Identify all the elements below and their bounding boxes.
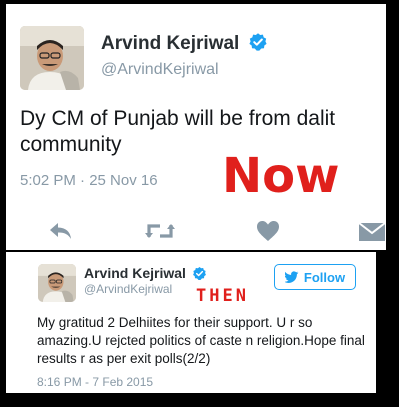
avatar-photo bbox=[20, 26, 84, 90]
author-handle[interactable]: @ArvindKejriwal bbox=[84, 282, 172, 296]
then-tweet-card: Arvind Kejriwal @ArvindKejriwal THEN Fol… bbox=[6, 252, 376, 393]
overlay-label-now: Now bbox=[222, 148, 340, 204]
bird-icon bbox=[284, 271, 299, 283]
retweet-icon[interactable] bbox=[144, 220, 176, 242]
author-name-text: Arvind Kejriwal bbox=[101, 33, 240, 54]
tweet-actions bbox=[6, 218, 386, 250]
follow-label: Follow bbox=[303, 269, 346, 285]
verified-icon bbox=[249, 33, 267, 52]
tweet-text: My gratitud 2 Delhiites for their suppor… bbox=[37, 315, 365, 366]
avatar[interactable] bbox=[20, 26, 84, 90]
verified-icon bbox=[192, 266, 206, 280]
avatar-photo bbox=[38, 264, 76, 302]
avatar[interactable] bbox=[38, 264, 76, 302]
author-handle[interactable]: @ArvindKejriwal bbox=[101, 61, 219, 79]
like-icon[interactable] bbox=[256, 220, 280, 242]
reply-icon[interactable] bbox=[48, 220, 74, 242]
author-name[interactable]: Arvind Kejriwal bbox=[84, 265, 207, 281]
author-name[interactable]: Arvind Kejriwal bbox=[101, 33, 268, 55]
follow-button[interactable]: Follow bbox=[274, 264, 356, 290]
tweet-timestamp[interactable]: 8:16 PM - 7 Feb 2015 bbox=[37, 375, 153, 389]
now-tweet-card: Arvind Kejriwal @ArvindKejriwal Dy CM of… bbox=[6, 4, 386, 250]
message-icon[interactable] bbox=[358, 222, 386, 242]
overlay-label-then: THEN bbox=[196, 286, 249, 306]
tweet-timestamp[interactable]: 5:02 PM · 25 Nov 16 bbox=[20, 172, 158, 189]
author-name-text: Arvind Kejriwal bbox=[84, 265, 186, 281]
